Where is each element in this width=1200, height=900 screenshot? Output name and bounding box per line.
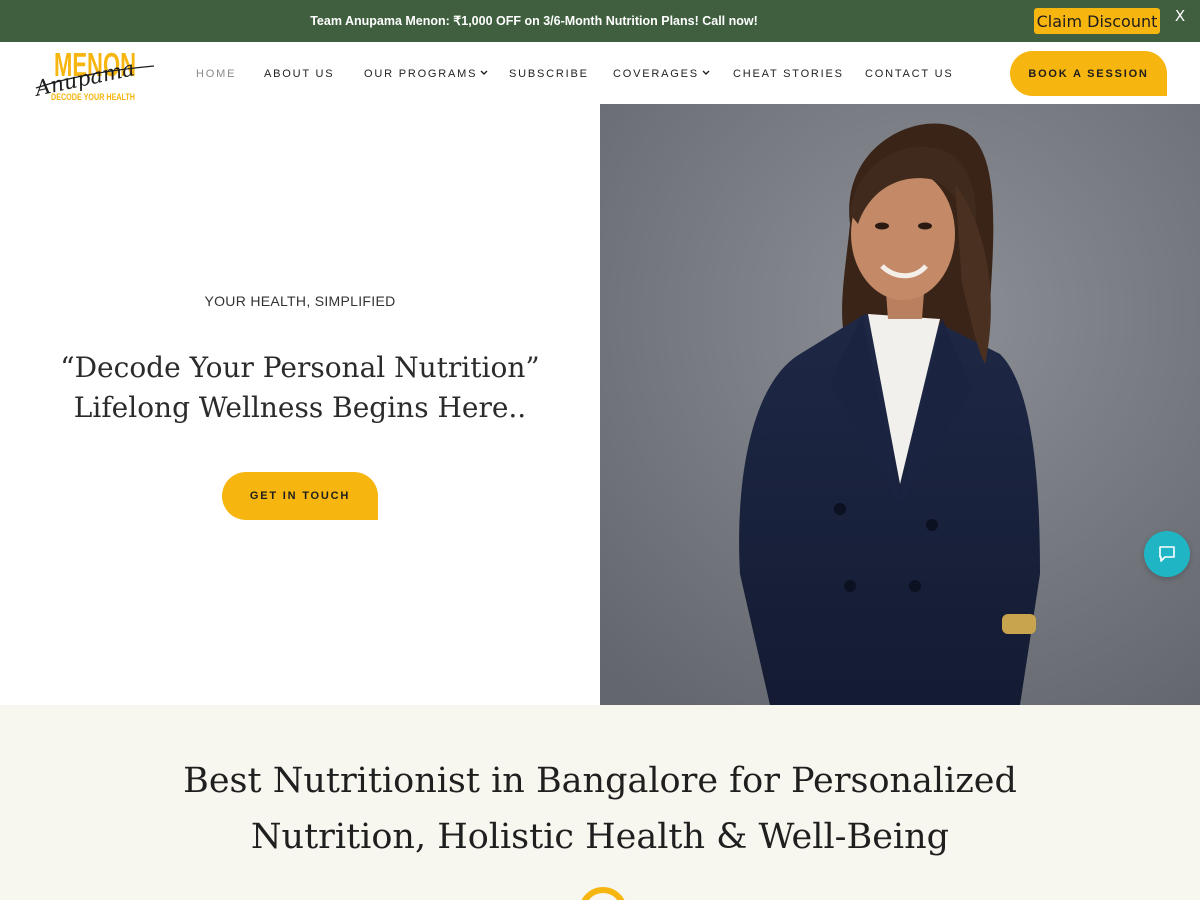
hero-portrait-image (600, 104, 1200, 705)
hero-title: “Decode Your Personal Nutrition” Lifelon… (0, 348, 600, 428)
intro-section: Best Nutritionist in Bangalore for Perso… (0, 705, 1200, 900)
promo-text: Team Anupama Menon: ₹1,000 OFF on 3/6-Mo… (310, 14, 758, 28)
nav-contact-label: CONTACT US (865, 68, 954, 80)
hero-title-line-1: “Decode Your Personal Nutrition” (60, 351, 540, 384)
hero-eyebrow: YOUR HEALTH, SIMPLIFIED (204, 293, 396, 309)
site-header: MENON Anupama DECODE YOUR HEALTH HOME AB… (0, 42, 1200, 104)
claim-discount-button[interactable]: Claim Discount (1034, 8, 1160, 34)
nav-subscribe[interactable]: SUBSCRIBE (509, 68, 589, 80)
nav-coverages-label: COVERAGES (613, 68, 699, 80)
chevron-down-icon (480, 68, 488, 78)
hero-title-line-2: Lifelong Wellness Begins Here.. (73, 391, 527, 424)
get-in-touch-button[interactable]: GET IN TOUCH (222, 472, 378, 520)
nav-our-programs[interactable]: OUR PROGRAMS (364, 68, 488, 80)
chat-bubble-icon[interactable] (1144, 531, 1190, 577)
nav-cheat-stories[interactable]: CHEAT STORIES (733, 68, 844, 80)
book-session-button[interactable]: BOOK A SESSION (1010, 51, 1167, 96)
nav-home-label: HOME (196, 68, 237, 80)
nav-subscribe-label: SUBSCRIBE (509, 68, 589, 80)
nav-home[interactable]: HOME (196, 68, 236, 80)
section-title: Best Nutritionist in Bangalore for Perso… (0, 753, 1200, 865)
nav-coverages[interactable]: COVERAGES (613, 68, 710, 80)
decorative-circle-icon (579, 887, 627, 900)
chevron-down-icon (702, 68, 710, 78)
logo-tagline: DECODE YOUR HEALTH (51, 92, 135, 102)
close-icon[interactable]: X (1172, 7, 1188, 27)
nav-contact-us[interactable]: CONTACT US (865, 68, 954, 80)
section-title-line-2: Nutrition, Holistic Health & Well-Being (250, 817, 950, 857)
nav-programs-label: OUR PROGRAMS (364, 68, 478, 80)
logo[interactable]: MENON Anupama DECODE YOUR HEALTH (31, 46, 157, 103)
nav-about-label: ABOUT US (264, 68, 335, 80)
nav-cheat-label: CHEAT STORIES (733, 68, 844, 80)
promo-bar: Team Anupama Menon: ₹1,000 OFF on 3/6-Mo… (0, 0, 1200, 42)
section-title-line-1: Best Nutritionist in Bangalore for Perso… (183, 761, 1017, 801)
nav-about-us[interactable]: ABOUT US (264, 68, 334, 80)
hero-text-panel: YOUR HEALTH, SIMPLIFIED “Decode Your Per… (0, 104, 600, 705)
